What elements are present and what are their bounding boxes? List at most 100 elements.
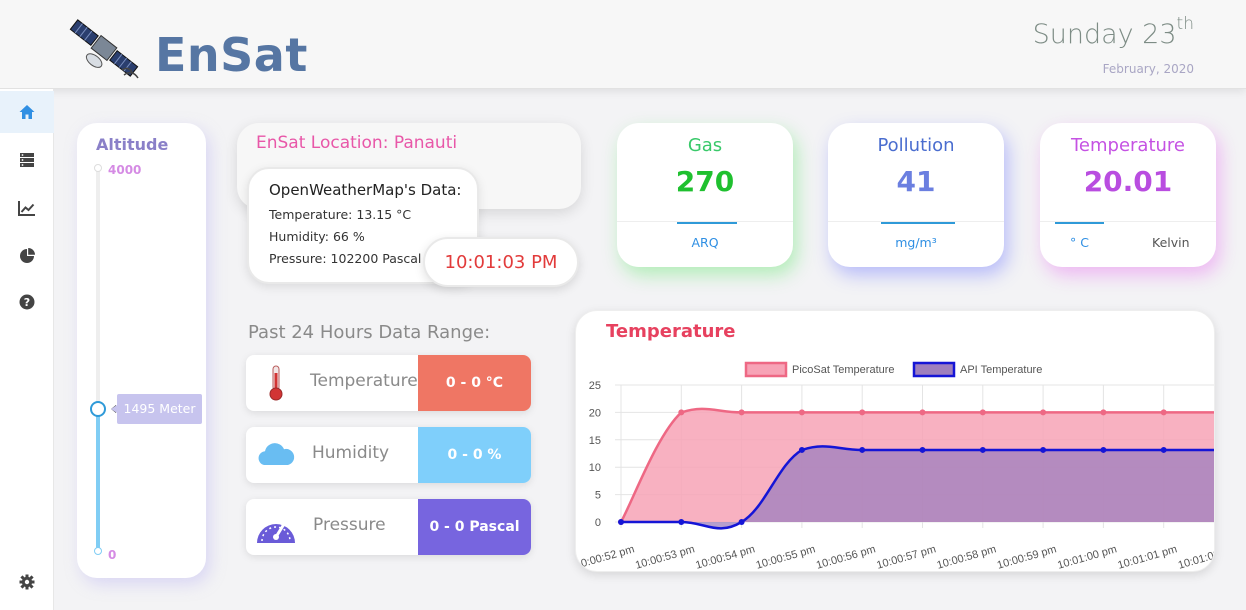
data-point bbox=[678, 409, 685, 416]
sidebar-item-analytics[interactable] bbox=[0, 235, 54, 277]
svg-text:?: ? bbox=[24, 296, 30, 309]
sidebar-item-home[interactable] bbox=[0, 91, 54, 133]
temperature-unit-celsius[interactable]: ° C bbox=[1070, 235, 1089, 250]
altitude-slider-handle[interactable] bbox=[90, 400, 106, 417]
altitude-max-dot bbox=[94, 164, 102, 172]
owm-title: OpenWeatherMap's Data: bbox=[269, 181, 462, 199]
pie-chart-icon bbox=[20, 248, 35, 263]
data-point bbox=[798, 446, 805, 453]
y-tick-label: 25 bbox=[589, 380, 601, 392]
sidebar: ? bbox=[0, 89, 54, 610]
range-row-temperature: Temperature 0 - 0 °C bbox=[246, 355, 531, 411]
temperature-value: 20.01 bbox=[1083, 165, 1173, 198]
legend-label: API Temperature bbox=[960, 364, 1042, 376]
current-month-year: February, 2020 bbox=[1102, 62, 1194, 76]
x-tick-label: 10:01:02 pm bbox=[1177, 543, 1215, 571]
altitude-tooltip: 1495 Meter bbox=[111, 393, 202, 424]
pollution-unit-underline bbox=[881, 222, 955, 224]
x-tick-label: 10:00:54 pm bbox=[694, 543, 756, 571]
temperature-title: Temperature bbox=[1070, 135, 1186, 156]
x-tick-label: 10:00:57 pm bbox=[875, 543, 937, 571]
settings-icon bbox=[19, 574, 35, 590]
altitude-card: Altitude 4000 1495 Meter 0 bbox=[77, 123, 206, 578]
altitude-min-dot bbox=[94, 547, 102, 555]
location-title: EnSat Location: Panauti bbox=[256, 133, 458, 153]
data-point bbox=[979, 409, 986, 416]
range-temperature-value: 0 - 0 °C bbox=[418, 355, 531, 411]
current-date: Sunday 23th bbox=[1032, 14, 1194, 50]
data-point bbox=[1100, 409, 1107, 416]
clock-time: 10:01:03 PM bbox=[423, 237, 579, 287]
home-icon bbox=[19, 105, 35, 119]
range-pressure-value: 0 - 0 Pascal bbox=[418, 499, 531, 555]
y-tick-label: 5 bbox=[595, 490, 601, 502]
data-point bbox=[798, 409, 805, 416]
data-point bbox=[859, 409, 866, 416]
legend-label: PicoSat Temperature bbox=[792, 364, 895, 376]
temperature-chart: 0 5 10 15 20 25 10:00:52 pm10:00:53 pm10:00:54… bbox=[576, 361, 1215, 571]
sidebar-item-storage[interactable] bbox=[0, 139, 54, 181]
altitude-min-label: 0 bbox=[108, 548, 117, 562]
pollution-unit: mg/m³ bbox=[895, 235, 937, 250]
y-tick-label: 15 bbox=[589, 435, 601, 447]
date-suffix: th bbox=[1176, 14, 1194, 34]
data-point bbox=[1100, 446, 1107, 453]
data-point bbox=[1160, 409, 1167, 416]
x-tick-label: 10:01:01 pm bbox=[1116, 543, 1178, 571]
x-tick-label: 10:00:56 pm bbox=[815, 543, 877, 571]
top-bar: EnSat Sunday 23th February, 2020 bbox=[0, 0, 1246, 89]
owm-temperature: Temperature: 13.15 °C bbox=[269, 207, 412, 222]
data-point bbox=[618, 519, 624, 525]
data-point bbox=[919, 409, 926, 416]
temperature-unit-underline bbox=[1055, 222, 1104, 224]
gas-unit: ARQ bbox=[691, 235, 719, 250]
date-day: Sunday 23 bbox=[1032, 19, 1177, 50]
x-tick-label: 10:00:52 pm bbox=[576, 543, 636, 571]
x-tick-label: 10:00:59 pm bbox=[996, 543, 1058, 571]
data-point bbox=[738, 519, 745, 525]
y-tick-label: 10 bbox=[589, 462, 601, 474]
owm-pressure: Pressure: 102200 Pascal bbox=[269, 251, 422, 266]
temperature-unit-kelvin[interactable]: Kelvin bbox=[1152, 235, 1190, 250]
data-point bbox=[859, 446, 866, 453]
gas-value: 270 bbox=[675, 165, 735, 198]
gauge-icon bbox=[257, 522, 295, 543]
altitude-title: Altitude bbox=[96, 135, 169, 154]
help-icon: ? bbox=[19, 294, 35, 310]
storage-icon bbox=[20, 153, 34, 167]
x-tick-label: 10:00:53 pm bbox=[634, 543, 696, 571]
sidebar-item-help[interactable]: ? bbox=[0, 281, 54, 323]
range-humidity-value: 0 - 0 % bbox=[418, 427, 531, 483]
x-tick-label: 10:00:55 pm bbox=[755, 543, 817, 571]
pollution-card: Pollution 41 mg/m³ bbox=[828, 123, 1004, 267]
data-point bbox=[1040, 409, 1047, 416]
y-tick-label: 20 bbox=[589, 407, 601, 419]
y-tick-label: 0 bbox=[595, 517, 601, 529]
gas-unit-underline bbox=[677, 222, 737, 224]
range-title: Past 24 Hours Data Range: bbox=[248, 322, 491, 343]
legend-swatch bbox=[744, 361, 788, 378]
temperature-card: Temperature 20.01 ° C Kelvin bbox=[1040, 123, 1216, 267]
sidebar-item-settings[interactable] bbox=[0, 561, 54, 603]
range-pressure-label: Pressure bbox=[313, 515, 386, 535]
data-point bbox=[678, 519, 685, 525]
legend-swatch bbox=[912, 361, 956, 378]
pollution-value: 41 bbox=[896, 165, 936, 198]
cloud-icon bbox=[258, 443, 295, 465]
data-point bbox=[919, 446, 926, 453]
gas-title: Gas bbox=[687, 135, 723, 156]
temperature-chart-card: Temperature 0 5 10 15 20 25 10:00:52 pm 10:00:5… bbox=[575, 310, 1215, 572]
data-point bbox=[1160, 446, 1167, 453]
pollution-title: Pollution bbox=[877, 135, 955, 156]
x-tick-label: 10:00:58 pm bbox=[936, 543, 998, 571]
range-row-humidity: Humidity 0 - 0 % bbox=[246, 427, 531, 483]
sidebar-item-graph[interactable] bbox=[0, 187, 54, 229]
x-tick-label: 10:01:00 pm bbox=[1056, 543, 1118, 571]
line-chart-icon bbox=[18, 201, 35, 216]
data-point bbox=[979, 446, 986, 453]
altitude-max-label: 4000 bbox=[108, 163, 142, 177]
owm-humidity: Humidity: 66 % bbox=[269, 229, 365, 244]
data-point bbox=[1040, 446, 1047, 453]
range-humidity-label: Humidity bbox=[312, 443, 390, 463]
data-point bbox=[738, 409, 745, 416]
